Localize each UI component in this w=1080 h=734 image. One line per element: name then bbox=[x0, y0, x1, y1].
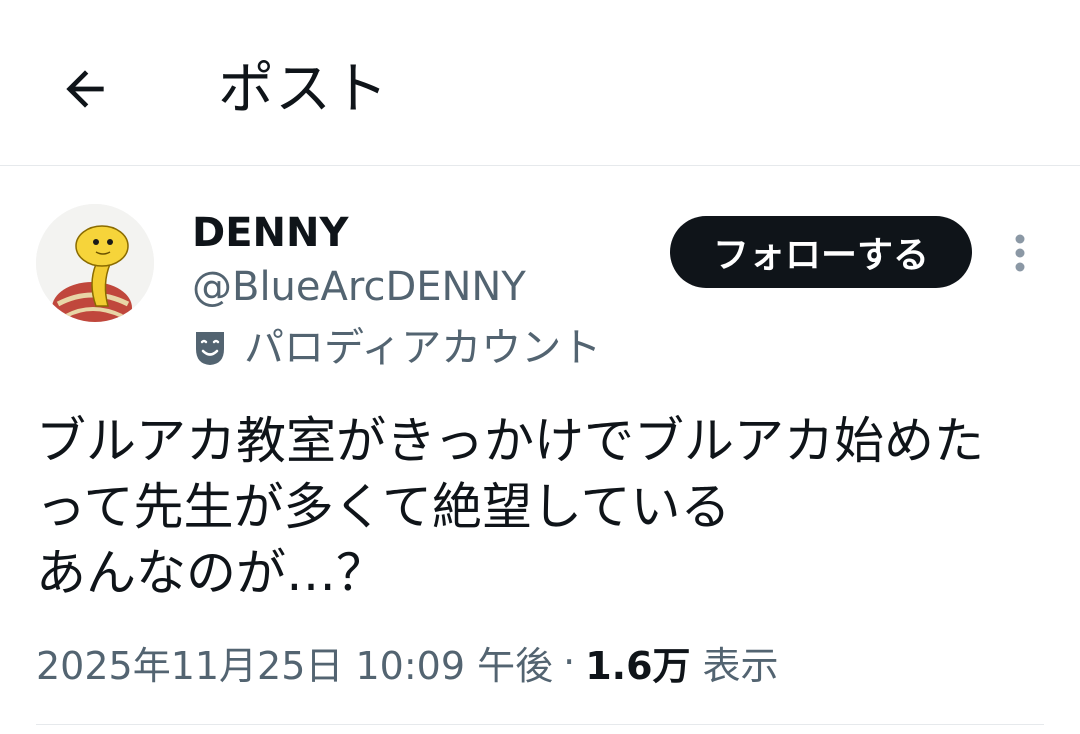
post-text-line: あんなのが…？ bbox=[36, 544, 386, 602]
more-vertical-icon bbox=[1015, 234, 1025, 272]
views-count: 1.6万 bbox=[585, 643, 691, 688]
back-button[interactable] bbox=[50, 54, 120, 124]
meta-separator: · bbox=[563, 640, 576, 684]
parody-account-badge: パロディアカウント bbox=[190, 322, 601, 374]
divider bbox=[36, 724, 1044, 725]
post-text: ブルアカ教室がきっかけでブルアカ始めた って先生が多くて絶望している あんなのが… bbox=[36, 408, 1046, 606]
avatar[interactable] bbox=[36, 204, 154, 322]
follow-button[interactable]: フォローする bbox=[670, 216, 972, 288]
post-text-line: って先生が多くて絶望している bbox=[36, 478, 731, 536]
top-app-bar: ポスト bbox=[0, 0, 1080, 166]
views-label: 表示 bbox=[702, 643, 779, 688]
author-handle[interactable]: @BlueArcDENNY bbox=[192, 262, 526, 312]
theater-mask-icon bbox=[190, 328, 230, 368]
more-options-button[interactable] bbox=[998, 228, 1042, 278]
parody-account-label: パロディアカウント bbox=[244, 325, 602, 371]
avatar-image bbox=[36, 204, 154, 322]
author-display-name[interactable]: DENNY bbox=[192, 208, 348, 258]
post-text-line: ブルアカ教室がきっかけでブルアカ始めた bbox=[36, 412, 984, 470]
post-meta: 2025年11月25日 10:09 午後 · 1.6万 表示 bbox=[36, 632, 779, 692]
arrow-left-icon bbox=[66, 70, 104, 108]
post-timestamp[interactable]: 2025年11月25日 10:09 午後 bbox=[36, 635, 553, 690]
page-title: ポスト bbox=[218, 57, 389, 122]
